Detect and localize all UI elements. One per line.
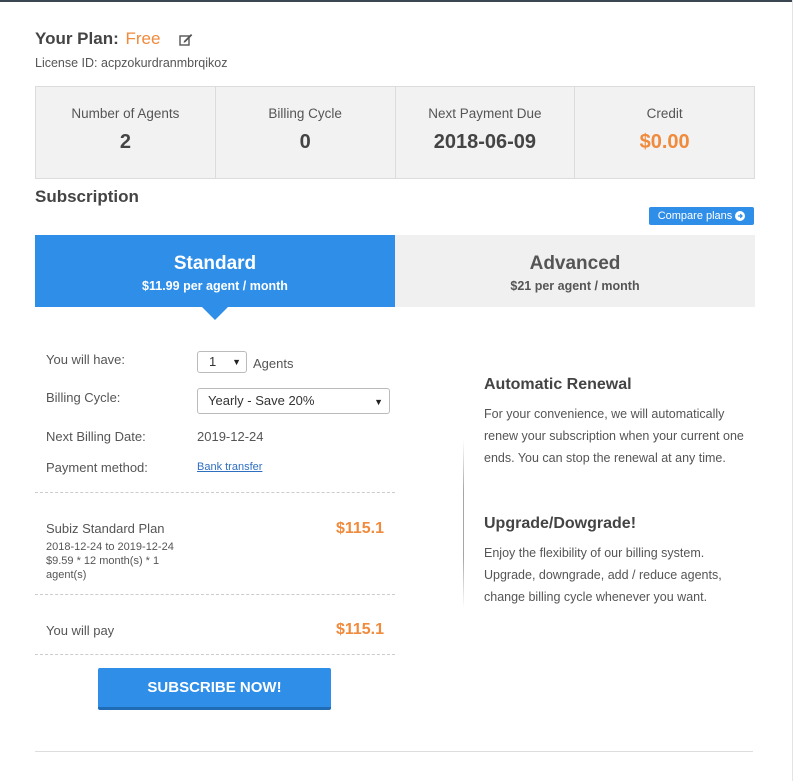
renewal-title: Automatic Renewal [484, 376, 632, 393]
billing-cycle-value: Yearly - Save 20% [208, 393, 315, 408]
account-stats: Number of Agents 2 Billing Cycle 0 Next … [35, 86, 755, 179]
upgrade-text: Enjoy the flexibility of our billing sys… [484, 546, 722, 604]
plan-header: Your Plan: Free License ID: acpzokurdran… [35, 29, 227, 70]
divider [35, 594, 395, 595]
stat-label: Number of Agents [71, 106, 180, 121]
tab-standard-plan[interactable]: Standard $11.99 per agent / month [35, 235, 395, 307]
stat-agents: Number of Agents 2 [36, 87, 216, 178]
plan-tab-price: $21 per agent / month [510, 279, 640, 293]
plan-name: Free [125, 29, 161, 48]
agents-quantity-value: 1 [209, 354, 217, 369]
compare-plans-label: Compare plans [657, 210, 733, 222]
pay-total: $115.1 [335, 621, 384, 638]
caret-down-icon: ▼ [374, 397, 383, 407]
next-billing-label: Next Billing Date: [46, 429, 146, 444]
plan-tab-name: Standard [173, 253, 257, 274]
stat-next-payment: Next Payment Due 2018-06-09 [396, 87, 576, 178]
renewal-text: For your convenience, we will automatica… [484, 407, 744, 465]
stat-label: Billing Cycle [268, 106, 342, 121]
stat-value: 0 [299, 131, 311, 153]
compare-plans-button[interactable]: Compare plans [649, 207, 754, 225]
subscribe-button[interactable]: SUBSCRIBE NOW! [98, 668, 331, 710]
stat-billing-cycle: Billing Cycle 0 [216, 87, 396, 178]
caret-down-icon: ▼ [232, 357, 241, 367]
plan-tab-name: Advanced [529, 253, 621, 274]
stat-value: 2 [119, 131, 131, 153]
divider [35, 654, 395, 655]
vertical-separator [463, 440, 464, 608]
summary-plan-calc: $9.59 * 12 month(s) * 1 agent(s) [46, 555, 160, 581]
stat-label: Credit [646, 106, 683, 121]
upgrade-title: Upgrade/Dowgrade! [484, 515, 637, 532]
arrow-circle-right-icon [735, 211, 746, 221]
license-id: License ID: acpzokurdranmbrqikoz [35, 56, 228, 70]
pay-label: You will pay [46, 623, 115, 638]
summary-plan-price: $115.1 [335, 520, 384, 537]
stat-label: Next Payment Due [428, 106, 542, 121]
top-border [0, 0, 793, 2]
bottom-divider [35, 751, 753, 752]
payment-method-link[interactable]: Bank transfer [197, 461, 262, 473]
agents-label: You will have: [46, 352, 126, 367]
agents-quantity-select[interactable]: 1 ▼ [197, 351, 247, 373]
plan-prefix: Your Plan: [35, 29, 119, 48]
next-billing-date: 2019-12-24 [197, 429, 264, 444]
stat-value: $0.00 [639, 131, 690, 153]
stat-credit: Credit $0.00 [575, 87, 754, 178]
billing-cycle-label: Billing Cycle: [46, 390, 121, 405]
subscription-title: Subscription [35, 187, 139, 206]
summary-plan-detail: 2018-12-24 to 2019-12-24 $9.59 * 12 mont… [46, 540, 196, 582]
tab-advanced-plan[interactable]: Advanced $21 per agent / month [395, 235, 755, 307]
selected-tab-pointer [202, 307, 228, 320]
summary-plan-dates: 2018-12-24 to 2019-12-24 [46, 541, 174, 553]
divider [35, 492, 395, 493]
agents-suffix: Agents [253, 356, 294, 371]
payment-method-label: Payment method: [46, 460, 148, 475]
stat-value: 2018-06-09 [433, 131, 537, 153]
plan-tab-price: $11.99 per agent / month [142, 279, 288, 293]
edit-icon[interactable] [179, 31, 193, 51]
billing-cycle-select[interactable]: Yearly - Save 20% ▼ [197, 388, 390, 414]
plan-title: Your Plan: Free [35, 29, 227, 51]
summary-plan-name: Subiz Standard Plan [46, 521, 165, 536]
